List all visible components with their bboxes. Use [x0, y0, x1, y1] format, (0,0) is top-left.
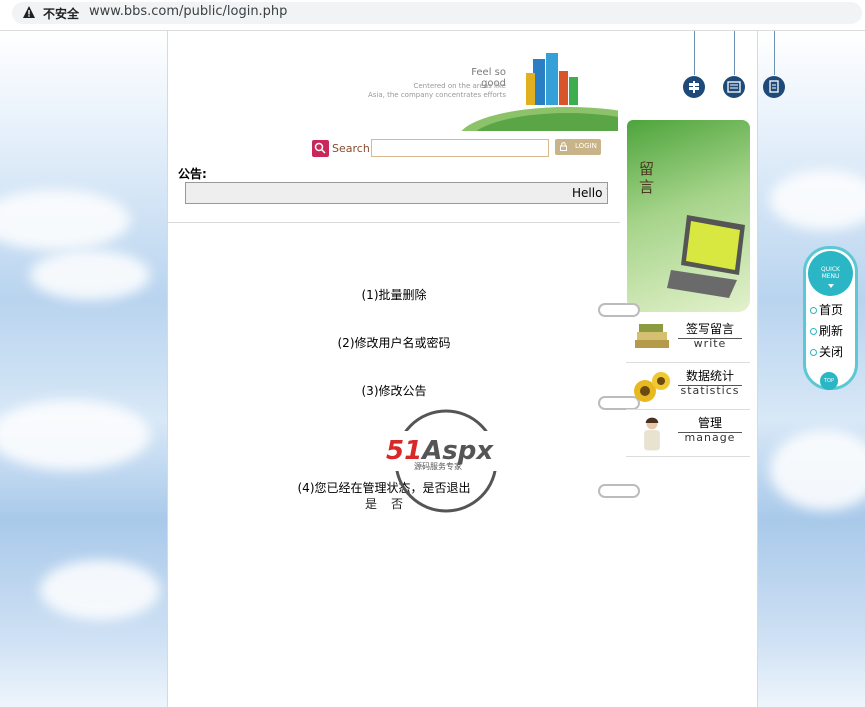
- search-icon: [312, 140, 329, 157]
- binder-ring: [598, 484, 640, 498]
- tagline-line-2: Asia, the company concentrates efforts: [368, 91, 506, 99]
- quick-close[interactable]: 关闭: [810, 343, 843, 360]
- quick-menu: QUICK MENU 首页 刷新 关闭 TOP: [803, 246, 858, 390]
- login-label: LOGIN: [575, 142, 597, 150]
- banner-title: 留言: [639, 160, 655, 196]
- cloud-decoration: [770, 430, 865, 510]
- cloud-decoration: [770, 170, 865, 230]
- notice-marquee: Hello W: [185, 182, 608, 204]
- address-bar: 不安全 www.bbs.com/public/login.php: [0, 0, 865, 31]
- cloud-decoration: [30, 250, 150, 300]
- lock-icon: [560, 142, 567, 151]
- watermark-logo: 51Aspx 源码服务专家: [386, 409, 511, 513]
- hang-line: [774, 31, 775, 75]
- chevron-down-icon: [828, 284, 834, 288]
- menu-edit-notice[interactable]: (3)修改公告: [168, 382, 620, 399]
- nav-statistics[interactable]: 数据统计 statistics: [626, 363, 750, 410]
- signpost-icon[interactable]: [683, 76, 705, 98]
- tagline-line-1: Centered on the areas like: [413, 82, 506, 90]
- bullet-icon: [810, 349, 817, 356]
- nav-label-en: statistics: [680, 384, 740, 397]
- nav-write[interactable]: 签写留言 write: [626, 316, 750, 363]
- url-text[interactable]: www.bbs.com/public/login.php: [89, 4, 287, 19]
- quick-home-label: 首页: [819, 303, 844, 317]
- notice-label: 公告:: [178, 167, 207, 181]
- quick-menu-title-2: MENU: [821, 273, 840, 280]
- cloud-decoration: [40, 560, 160, 620]
- quick-menu-header[interactable]: QUICK MENU: [808, 251, 853, 296]
- warning-icon[interactable]: [22, 5, 36, 19]
- nav-label-en: write: [693, 337, 727, 350]
- nav-label-en: manage: [684, 431, 736, 444]
- notice-text: Hello W: [572, 186, 607, 200]
- cloud-decoration: [0, 400, 150, 470]
- menu-logout-prompt: (4)您已经在管理状态，是否退出: [297, 481, 471, 495]
- hang-line: [734, 31, 735, 75]
- menu-batch-delete[interactable]: (1)批量删除: [168, 286, 620, 303]
- person-icon: [644, 417, 660, 451]
- watermark-sub: 源码服务专家: [414, 461, 462, 471]
- search-label: Search: [332, 142, 370, 155]
- quick-refresh-label: 刷新: [819, 324, 844, 338]
- header-tagline: Centered on the areas like Asia, the com…: [368, 82, 506, 100]
- login-button[interactable]: LOGIN: [555, 139, 601, 155]
- right-panel: 留言 签写留言 write 数据统计 statistics 管理 manage: [598, 31, 785, 707]
- guestbook-banner: 留言: [627, 120, 750, 312]
- binder-ring: [598, 303, 640, 317]
- laptop-illustration: [667, 215, 745, 298]
- hang-line: [694, 31, 695, 75]
- cloud-decoration: [0, 190, 130, 250]
- main-panel: Feel so good Centered on the areas like …: [167, 31, 621, 707]
- quick-close-label: 关闭: [819, 345, 844, 359]
- quick-home[interactable]: 首页: [810, 301, 843, 318]
- books-icon: [635, 324, 669, 348]
- document-icon[interactable]: [763, 76, 785, 98]
- nav-manage[interactable]: 管理 manage: [626, 410, 750, 457]
- menu-change-credentials[interactable]: (2)修改用户名或密码: [168, 334, 620, 351]
- bullet-icon: [810, 328, 817, 335]
- logout-yes-link[interactable]: 是: [365, 495, 377, 512]
- bullet-icon: [810, 307, 817, 314]
- divider: [168, 222, 620, 223]
- quick-menu-title-1: QUICK: [820, 266, 840, 273]
- list-icon[interactable]: [723, 76, 745, 98]
- back-to-top-button[interactable]: TOP: [820, 372, 838, 390]
- quick-refresh[interactable]: 刷新: [810, 322, 843, 339]
- search-input[interactable]: [371, 139, 549, 157]
- sunflower-icon: [634, 372, 670, 402]
- security-label[interactable]: 不安全: [43, 5, 79, 22]
